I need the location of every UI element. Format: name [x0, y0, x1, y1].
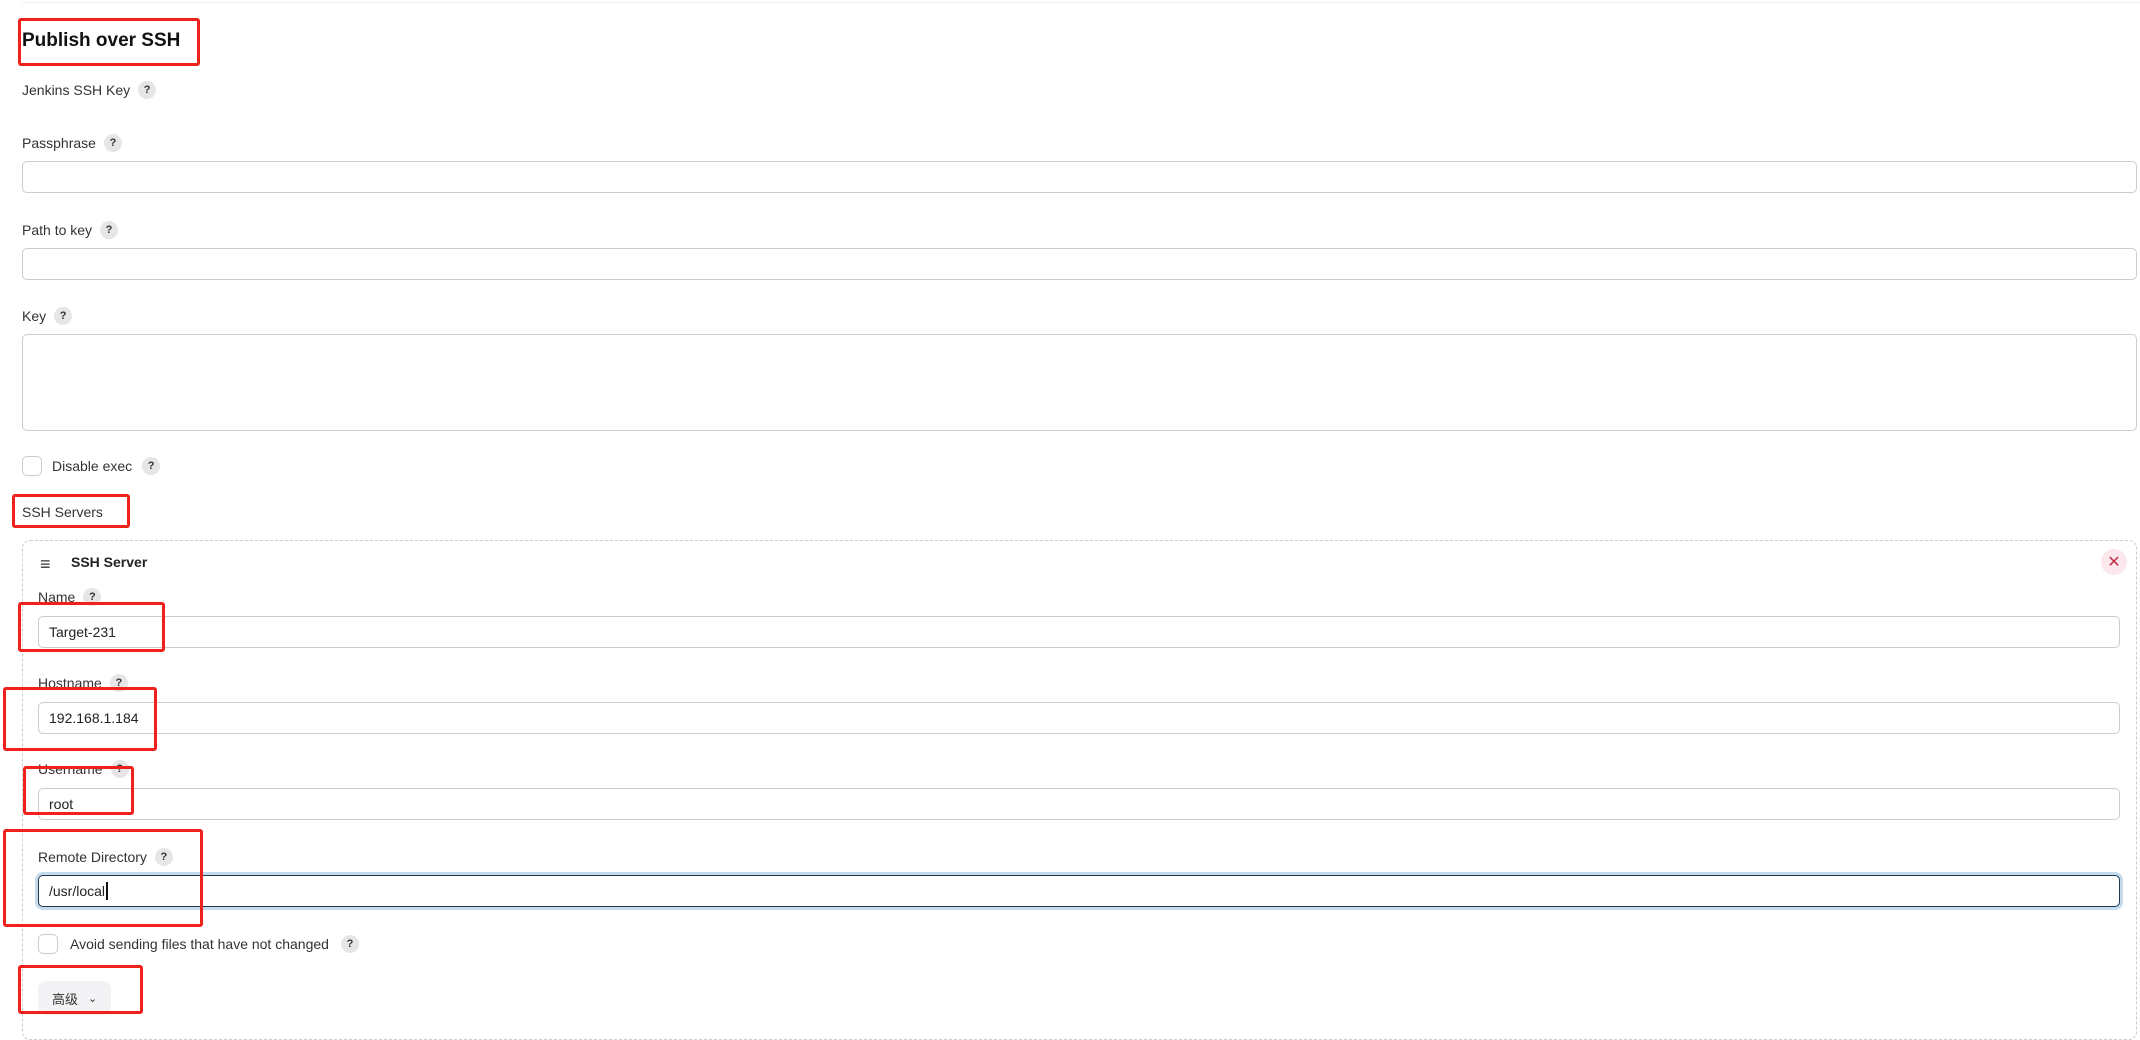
hostname-input[interactable]: 192.168.1.184	[38, 702, 2120, 734]
label-text: Path to key	[22, 222, 93, 238]
disable-exec-row: Disable exec?	[22, 456, 161, 476]
divider	[22, 2, 2140, 3]
annotation-box	[12, 494, 130, 528]
key-label: Key?	[22, 307, 73, 325]
label-text: Jenkins SSH Key	[22, 82, 131, 98]
path-to-key-label: Path to key?	[22, 221, 119, 239]
help-icon[interactable]: ?	[54, 307, 73, 325]
avoid-sending-row: Avoid sending files that have not change…	[38, 934, 359, 954]
drag-handle-icon[interactable]: ≡	[40, 554, 51, 575]
annotation-box	[3, 829, 203, 927]
help-icon[interactable]: ?	[103, 134, 122, 152]
avoid-sending-checkbox[interactable]	[38, 934, 58, 954]
username-input[interactable]: root	[38, 788, 2120, 820]
label-text: Key	[22, 308, 47, 324]
key-textarea[interactable]	[22, 334, 2137, 431]
annotation-box	[3, 687, 157, 751]
passphrase-input[interactable]	[22, 161, 2137, 193]
annotation-box	[23, 766, 134, 815]
help-icon[interactable]: ?	[142, 457, 161, 475]
disable-exec-checkbox[interactable]	[22, 456, 42, 476]
passphrase-label: Passphrase?	[22, 134, 122, 152]
annotation-box	[18, 18, 200, 66]
annotation-box	[18, 602, 165, 652]
jenkins-ssh-key-label: Jenkins SSH Key?	[22, 81, 157, 99]
name-input[interactable]: Target-231	[38, 616, 2120, 648]
path-to-key-input[interactable]	[22, 248, 2137, 280]
label-text: Avoid sending files that have not change…	[70, 936, 329, 952]
annotation-box	[18, 965, 143, 1014]
remote-directory-input[interactable]: /usr/local	[38, 875, 2120, 907]
help-icon[interactable]: ?	[340, 935, 359, 953]
help-icon[interactable]: ?	[138, 81, 157, 99]
delete-server-button[interactable]: ✕	[2101, 549, 2127, 575]
help-icon[interactable]: ?	[100, 221, 119, 239]
label-text: Passphrase	[22, 135, 96, 151]
label-text: Disable exec	[52, 458, 133, 474]
ssh-server-header: SSH Server	[71, 554, 148, 570]
